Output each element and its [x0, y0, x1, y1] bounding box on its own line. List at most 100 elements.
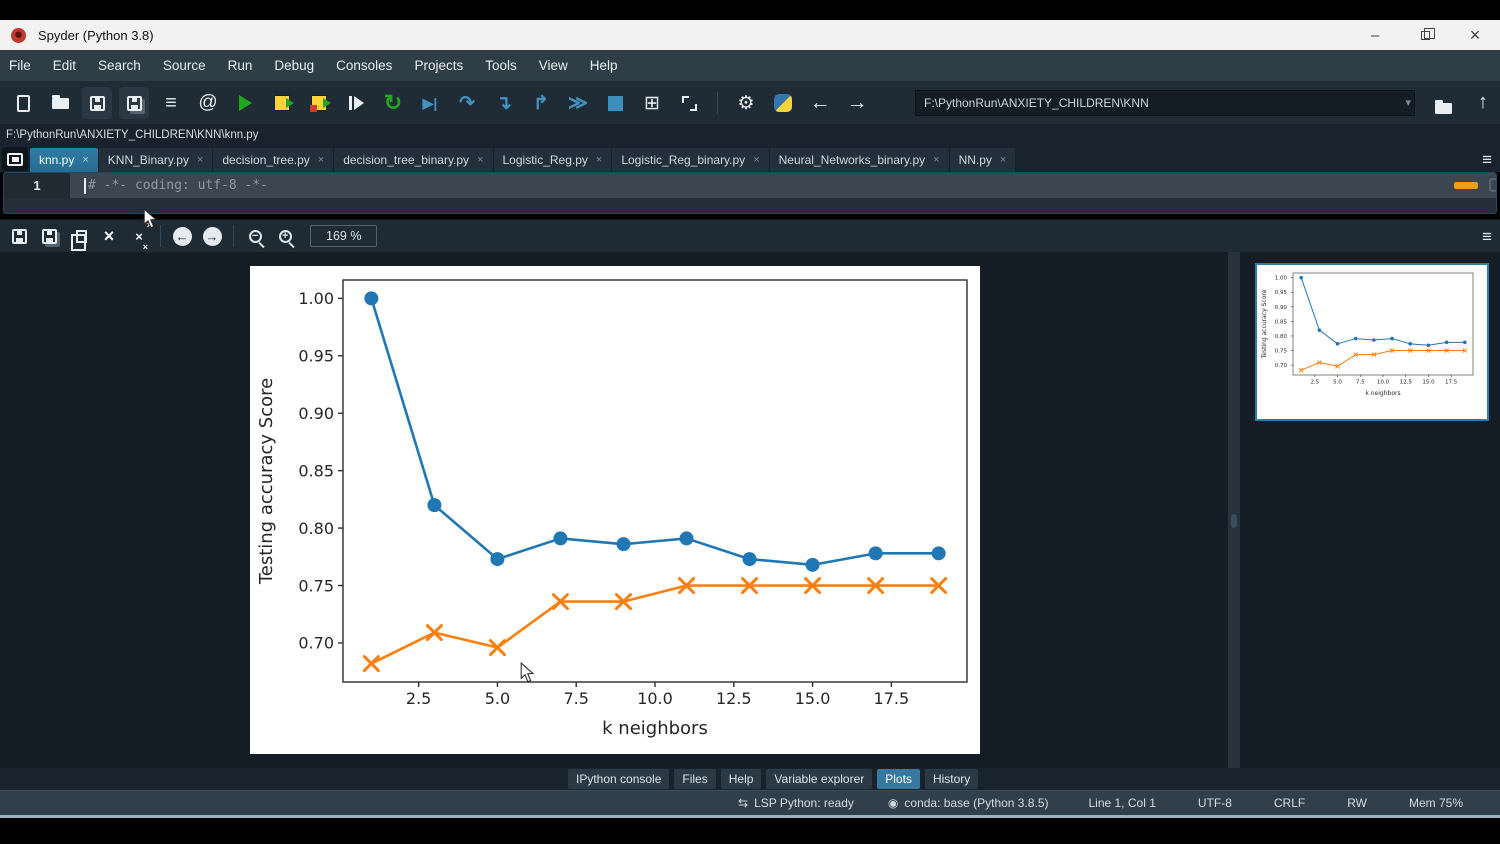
save-button[interactable] [82, 87, 112, 119]
browse-directory-button[interactable] [1428, 92, 1458, 124]
new-window-button[interactable]: ⊞ [637, 87, 667, 119]
scrollbar-handle[interactable] [1231, 514, 1237, 528]
tab-label: KNN_Binary.py [108, 153, 189, 167]
tab-logistic-reg[interactable]: Logistic_Reg.py × [494, 148, 612, 172]
tab-knn[interactable]: knn.py × [30, 148, 98, 172]
close-tab-icon[interactable]: × [596, 154, 602, 166]
split-editor-icon[interactable] [1489, 178, 1497, 192]
find-symbols-button[interactable]: @ [193, 87, 223, 119]
preferences-button[interactable]: ⚙ [731, 87, 761, 119]
tab-plots[interactable]: Plots [877, 769, 920, 789]
debug-step-button[interactable]: ↷ [452, 87, 482, 119]
tab-neural-networks-binary[interactable]: Neural_Networks_binary.py × [770, 148, 949, 172]
tab-logistic-reg-binary[interactable]: Logistic_Reg_binary.py × [612, 148, 768, 172]
tab-knn-binary[interactable]: KNN_Binary.py × [99, 148, 213, 172]
tab-history[interactable]: History [925, 769, 978, 789]
tab-label: NN.py [959, 153, 992, 167]
menu-file[interactable]: File [0, 50, 42, 81]
menu-consoles[interactable]: Consoles [325, 50, 403, 81]
new-file-button[interactable] [8, 87, 38, 119]
debug-continue-button[interactable]: ≫ [563, 87, 593, 119]
code-editor[interactable]: 1 # -*- coding: utf-8 -*- [3, 172, 1497, 214]
close-tab-icon[interactable]: × [753, 154, 759, 166]
run-cell-advance-button[interactable] [304, 87, 334, 119]
tab-ipython-console[interactable]: IPython console [568, 769, 669, 789]
copy-plot-button[interactable] [64, 222, 94, 250]
python-logo-icon [774, 94, 792, 112]
run-file-button[interactable] [230, 87, 260, 119]
tab-help[interactable]: Help [721, 769, 762, 789]
debug-step-into-button[interactable]: ↴ [489, 87, 519, 119]
tab-decision-tree-binary[interactable]: decision_tree_binary.py × [334, 148, 492, 172]
debug-stop-button[interactable] [600, 87, 630, 119]
back-button[interactable]: ← [805, 87, 835, 119]
plots-toolbar-separator [160, 225, 161, 247]
rerun-cell-button[interactable]: ↻ [378, 87, 408, 119]
close-tab-icon[interactable]: × [82, 154, 88, 166]
working-directory-input[interactable] [915, 90, 1415, 116]
run-to-line-button[interactable]: ▶| [415, 87, 445, 119]
menu-debug[interactable]: Debug [263, 50, 325, 81]
tab-files[interactable]: Files [674, 769, 715, 789]
run-selection-button[interactable] [341, 87, 371, 119]
menu-search[interactable]: Search [87, 50, 152, 81]
previous-plot-icon: ← [173, 227, 192, 246]
close-tab-icon[interactable]: × [197, 154, 203, 166]
browse-tabs-button[interactable] [2, 147, 28, 171]
parent-directory-button[interactable]: ↑ [1468, 86, 1498, 118]
minimize-button[interactable]: – [1350, 20, 1400, 50]
close-tab-icon[interactable]: × [933, 154, 939, 166]
menu-run[interactable]: Run [217, 50, 264, 81]
next-plot-button[interactable]: → [197, 222, 227, 250]
svg-text:10.0: 10.0 [637, 689, 673, 708]
browse-folder-icon [1435, 103, 1452, 114]
menu-view[interactable]: View [528, 50, 579, 81]
remove-plot-button[interactable]: × [94, 222, 124, 250]
close-tab-icon[interactable]: × [1000, 154, 1006, 166]
menu-projects[interactable]: Projects [403, 50, 474, 81]
plot-thumbnail[interactable]: 2.55.07.510.012.515.017.50.700.750.800.8… [1255, 263, 1489, 421]
close-button[interactable]: × [1450, 20, 1500, 50]
plots-scrollbar[interactable] [1228, 252, 1240, 768]
menu-tools[interactable]: Tools [474, 50, 528, 81]
plot-figure[interactable]: 2.55.07.510.012.515.017.50.700.750.800.8… [250, 266, 980, 754]
restore-button[interactable] [1400, 20, 1450, 50]
svg-text:Testing accuracy Score: Testing accuracy Score [1261, 289, 1268, 359]
spyder-logo-icon [11, 28, 26, 43]
open-file-button[interactable] [45, 87, 75, 119]
outline-button[interactable]: ≡ [156, 87, 186, 119]
python-env-button[interactable] [768, 87, 798, 119]
close-tab-icon[interactable]: × [318, 154, 324, 166]
previous-plot-button[interactable]: ← [167, 222, 197, 250]
save-all-plots-button[interactable] [34, 222, 64, 250]
lsp-icon: ⇆ [738, 796, 748, 810]
run-cell-button[interactable] [267, 87, 297, 119]
memory-status: Mem 75% [1409, 796, 1463, 810]
save-plot-icon [12, 229, 27, 244]
zoom-in-button[interactable]: + [270, 222, 300, 250]
tab-decision-tree[interactable]: decision_tree.py × [213, 148, 333, 172]
tab-nn[interactable]: NN.py × [950, 148, 1016, 172]
save-all-icon [127, 96, 142, 111]
run-cell-advance-icon [311, 95, 327, 111]
save-all-button[interactable] [119, 87, 149, 119]
plots-options-button[interactable]: ≡ [1482, 227, 1492, 247]
tab-variable-explorer[interactable]: Variable explorer [766, 769, 872, 789]
current-line[interactable]: # -*- coding: utf-8 -*- [70, 173, 1496, 198]
menu-help[interactable]: Help [579, 50, 629, 81]
forward-button[interactable]: → [842, 87, 872, 119]
editor-tab-bar: knn.py × KNN_Binary.py × decision_tree.p… [0, 146, 1500, 172]
maximize-pane-button[interactable] [674, 87, 704, 119]
menu-edit[interactable]: Edit [42, 50, 87, 81]
permissions-status: RW [1347, 796, 1367, 810]
menu-source[interactable]: Source [152, 50, 217, 81]
chevron-down-icon[interactable]: ▾ [1405, 96, 1411, 109]
zoom-out-button[interactable]: − [240, 222, 270, 250]
toolbar-separator [717, 92, 718, 114]
tab-options-button[interactable]: ≡ [1482, 150, 1492, 170]
save-plot-button[interactable] [4, 222, 34, 250]
debug-step-out-button[interactable]: ↱ [526, 87, 556, 119]
svg-text:17.5: 17.5 [874, 689, 910, 708]
close-tab-icon[interactable]: × [477, 154, 483, 166]
conda-env-status[interactable]: ◉ conda: base (Python 3.8.5) [888, 796, 1049, 810]
